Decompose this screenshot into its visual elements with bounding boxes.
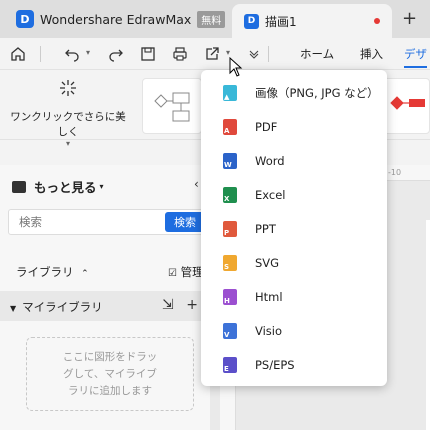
manage-button[interactable]: ☑ 管理 <box>168 264 204 280</box>
one-click-beautify-button[interactable]: ワンクリックでさらに美しく ▾ <box>6 76 130 148</box>
export-visio-item[interactable]: V Visio <box>201 314 387 348</box>
export-menu: ▲ 画像（PNG, JPG など） A PDF W Word X Excel P… <box>201 70 387 386</box>
caret-down-icon: ▼ <box>10 304 17 313</box>
tab-home[interactable]: ホーム <box>300 46 334 62</box>
tab-insert[interactable]: 挿入 <box>360 46 383 62</box>
export-ps-eps-item[interactable]: E PS/EPS <box>201 348 387 382</box>
my-library-actions: ⇲ + <box>162 297 198 313</box>
save-icon[interactable] <box>138 44 158 64</box>
document-tab-label: 描画1 <box>265 14 297 29</box>
html-file-icon: H <box>223 289 237 305</box>
export-item-label: PS/EPS <box>255 358 295 372</box>
ppt-file-icon: P <box>223 221 237 237</box>
export-html-item[interactable]: H Html <box>201 280 387 314</box>
import-icon[interactable]: ⇲ <box>162 297 174 313</box>
svg-file-icon: S <box>223 255 237 271</box>
shape-search: 検索 <box>8 209 205 235</box>
title-bar: D Wondershare EdrawMax 無料 D 描画1 + <box>0 0 430 38</box>
add-icon[interactable]: + <box>186 297 198 313</box>
my-library-label: マイライブラリ <box>22 300 103 314</box>
more-shapes-label: もっと見る <box>34 180 97 195</box>
sparkle-icon <box>6 78 130 103</box>
manage-checkbox-icon: ☑ <box>168 268 177 279</box>
export-item-label: Visio <box>255 324 283 338</box>
more-shapes-button[interactable]: もっと見る ▾ <box>12 177 104 196</box>
pdf-file-icon: A <box>223 119 237 135</box>
export-chevron-down-icon[interactable]: ▾ <box>226 48 230 57</box>
export-excel-item[interactable]: X Excel <box>201 178 387 212</box>
redo-icon[interactable] <box>106 44 126 64</box>
export-item-label: SVG <box>255 256 280 270</box>
document-icon: D <box>244 13 259 29</box>
search-button[interactable]: 検索 <box>165 212 205 232</box>
free-badge: 無料 <box>197 10 226 28</box>
library-toggle[interactable]: ライブラリ ⌃ <box>16 264 89 280</box>
beautify-chevron-down-icon[interactable]: ▾ <box>6 139 130 148</box>
export-item-label: Word <box>255 154 285 168</box>
ruler-tick-label: -10 <box>388 168 402 177</box>
style-preset-card[interactable] <box>142 78 202 134</box>
visio-file-icon: V <box>223 323 237 339</box>
new-tab-button[interactable]: + <box>402 8 417 29</box>
export-image-item[interactable]: ▲ 画像（PNG, JPG など） <box>201 76 387 110</box>
search-input[interactable] <box>9 210 159 234</box>
my-library-toggle[interactable]: ▼ マイライブラリ <box>10 299 103 315</box>
home-icon[interactable] <box>8 44 28 64</box>
export-item-label: Html <box>255 290 283 304</box>
app-name: Wondershare EdrawMax <box>40 11 192 27</box>
tab-design[interactable]: デザ <box>404 46 427 68</box>
more-chevron-down-icon[interactable] <box>244 44 264 64</box>
print-icon[interactable] <box>170 44 190 64</box>
export-pdf-item[interactable]: A PDF <box>201 110 387 144</box>
export-item-label: 画像（PNG, JPG など） <box>255 86 379 100</box>
library-label: ライブラリ <box>16 265 74 279</box>
library-panel: もっと見る ▾ ‹ 検索 ライブラリ ⌃ ☑ 管理 ▼ マイライブラリ ⇲ + こ… <box>0 165 210 430</box>
undo-chevron-down-icon[interactable]: ▾ <box>86 48 90 57</box>
export-icon[interactable] <box>202 44 222 64</box>
word-file-icon: W <box>223 153 237 169</box>
undo-icon[interactable] <box>62 44 82 64</box>
canvas-page[interactable] <box>426 220 430 430</box>
unsaved-dot-icon <box>374 18 380 24</box>
drop-hint: ここに図形をドラッグして、マイライブラリに追加します <box>62 350 158 397</box>
toolbar-divider <box>268 46 269 62</box>
ps-eps-file-icon: E <box>223 357 237 373</box>
shapes-box-icon <box>12 180 26 193</box>
my-library-header[interactable]: ▼ マイライブラリ ⇲ + <box>0 291 210 321</box>
export-item-label: Excel <box>255 188 286 202</box>
export-ppt-item[interactable]: P PPT <box>201 212 387 246</box>
edrawmax-logo-icon: D <box>16 10 34 28</box>
beautify-label: ワンクリックでさらに美しく <box>10 111 126 138</box>
toolbar-divider <box>40 46 41 62</box>
export-svg-item[interactable]: S SVG <box>201 246 387 280</box>
chevron-down-icon: ▾ <box>99 182 104 191</box>
app-tab[interactable]: D Wondershare EdrawMax 無料 <box>4 4 226 34</box>
chevron-up-icon: ⌃ <box>81 269 89 279</box>
collapse-panel-icon[interactable]: ‹ <box>194 177 199 191</box>
quick-toolbar: ▾ ▾ ホーム 挿入 デザ <box>0 38 430 70</box>
image-file-icon: ▲ <box>223 85 237 101</box>
my-library-drop-zone[interactable]: ここに図形をドラッグして、マイライブラリに追加します <box>26 337 194 411</box>
export-item-label: PPT <box>255 222 276 236</box>
excel-file-icon: X <box>223 187 237 203</box>
export-item-label: PDF <box>255 120 278 134</box>
export-word-item[interactable]: W Word <box>201 144 387 178</box>
document-tab[interactable]: D 描画1 <box>232 4 392 38</box>
